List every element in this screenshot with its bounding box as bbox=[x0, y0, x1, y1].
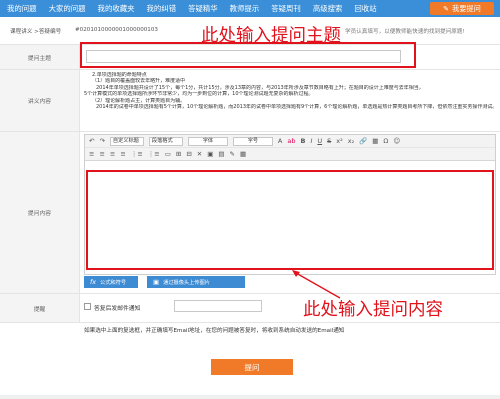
paragraph-format-select[interactable]: 段落格式 bbox=[148, 136, 183, 146]
submit-button[interactable]: 提问 bbox=[211, 359, 293, 375]
nav-everyones-questions[interactable]: 大家的问题 bbox=[43, 0, 92, 17]
align-left-icon[interactable]: ≡ bbox=[89, 148, 94, 161]
font-color-icon[interactable]: A bbox=[278, 135, 282, 148]
question-content-label: 提问内容 bbox=[0, 132, 80, 293]
lecture-text: 2.单项选择题的命题特点 （1）题目的覆盖面较去年略升，难度适中 2014年单项… bbox=[84, 72, 494, 110]
lecture-row: 讲义内容 2.单项选择题的命题特点 （1）题目的覆盖面较去年略升，难度适中 20… bbox=[0, 70, 500, 132]
ask-question-button[interactable]: ✎ 我要提问 bbox=[430, 2, 494, 15]
highlight-icon[interactable]: ab bbox=[287, 135, 295, 148]
table-icon[interactable]: ▭ bbox=[165, 148, 171, 161]
nav-my-questions[interactable]: 我的问题 bbox=[0, 0, 43, 17]
lecture-label: 讲义内容 bbox=[0, 70, 80, 131]
title-label: 提问主题 bbox=[0, 45, 80, 69]
emoji-icon[interactable]: ☺ bbox=[393, 135, 400, 148]
email-notify-label: 答复后发邮件通知 bbox=[94, 306, 141, 312]
image-icon[interactable]: ▦ bbox=[372, 135, 378, 148]
nav-advanced-search[interactable]: 高级搜索 bbox=[307, 0, 349, 17]
unordered-list-icon[interactable]: ⋮≡ bbox=[148, 148, 160, 161]
media-icon[interactable]: ▦ bbox=[240, 148, 246, 161]
content-highlight-box bbox=[86, 170, 494, 270]
camera-upload-label: 通过摄像头上传图片 bbox=[163, 279, 210, 286]
draw-icon[interactable]: ✎ bbox=[230, 148, 235, 161]
bold-icon[interactable]: B bbox=[300, 135, 305, 148]
formula-button-label: 公式和符号 bbox=[100, 279, 127, 286]
ask-question-label: 我要提问 bbox=[452, 3, 481, 13]
email-note: 如果选中上面的复选框，并正确填写Email地址，在您的问题被答复时，将收到系统自… bbox=[84, 328, 345, 334]
formula-icon: fx bbox=[90, 278, 97, 286]
ordered-list-icon[interactable]: ⋮≡ bbox=[131, 148, 143, 161]
attachment-icon[interactable]: ▤ bbox=[218, 148, 224, 161]
nav-my-favorites[interactable]: 我的收藏夹 bbox=[92, 0, 141, 17]
lecture-line: 2014年的试卷中单项选择题有5个计算，10个理论解析题，而2013年的试卷中单… bbox=[96, 104, 494, 111]
underline-icon[interactable]: U bbox=[317, 135, 322, 148]
custom-title-select[interactable]: 自定义标题 bbox=[109, 136, 144, 146]
undo-icon[interactable]: ↶ bbox=[89, 135, 94, 148]
email-input[interactable] bbox=[174, 300, 262, 312]
nav-teacher-tips[interactable]: 教师提示 bbox=[224, 0, 266, 17]
redo-icon[interactable]: ↷ bbox=[99, 135, 104, 148]
special-char-icon[interactable]: Ω bbox=[383, 135, 388, 148]
top-nav: 我的问题 大家的问题 我的收藏夹 我的纠错 答疑精华 教师提示 答疑周刊 高级搜… bbox=[0, 0, 500, 17]
delete-table-icon[interactable]: ✕ bbox=[197, 148, 202, 161]
font-select[interactable]: 字体 bbox=[187, 136, 228, 146]
subscript-icon[interactable]: x₂ bbox=[348, 135, 354, 148]
align-justify-icon[interactable]: ≡ bbox=[120, 148, 125, 161]
insert-col-icon[interactable]: ⊟ bbox=[186, 148, 191, 161]
superscript-icon[interactable]: x² bbox=[336, 135, 342, 148]
question-code: #0201010000001000000103 bbox=[75, 27, 158, 33]
italic-icon[interactable]: I bbox=[310, 135, 312, 148]
font-size-select[interactable]: 字号 bbox=[232, 136, 273, 146]
picture-icon[interactable]: ▣ bbox=[207, 148, 213, 161]
nav-recycle-bin[interactable]: 回收站 bbox=[348, 0, 382, 17]
link-icon[interactable]: 🔗 bbox=[359, 135, 367, 148]
nav-qa-weekly[interactable]: 答疑周刊 bbox=[265, 0, 307, 17]
content-annotation: 此处输入提问内容 bbox=[303, 300, 443, 320]
camera-upload-button[interactable]: ▣ 通过摄像头上传图片 bbox=[147, 276, 245, 288]
formula-symbol-button[interactable]: fx 公式和符号 bbox=[84, 276, 138, 288]
camera-icon: ▣ bbox=[153, 278, 160, 286]
editor-toolbar-bottom: ≡ ≡ ≡ ≡ ⋮≡ ⋮≡ ▭ ⊞ ⊟ ✕ ▣ ▤ ✎ ▦ bbox=[85, 148, 495, 161]
remind-label: 提醒 bbox=[0, 294, 80, 322]
nav-qa-essentials[interactable]: 答疑精华 bbox=[182, 0, 224, 17]
pencil-icon: ✎ bbox=[443, 4, 450, 13]
instruction-tip: 学员认真填写，以便教师能快速的找到提问原题! bbox=[345, 29, 465, 35]
breadcrumb-label: 课程讲义 >答疑编号 bbox=[10, 29, 62, 35]
editor-toolbar-top: ↶ ↷ 自定义标题 段落格式 字体 字号 A ab B I U S x² x₂ … bbox=[85, 135, 495, 148]
align-center-icon[interactable]: ≡ bbox=[99, 148, 104, 161]
email-notify-checkbox[interactable] bbox=[84, 303, 91, 310]
nav-my-corrections[interactable]: 我的纠错 bbox=[141, 0, 183, 17]
footer-divider bbox=[0, 395, 500, 399]
align-right-icon[interactable]: ≡ bbox=[110, 148, 115, 161]
title-annotation: 此处输入提问主题 bbox=[201, 26, 341, 46]
strikethrough-icon[interactable]: S bbox=[327, 135, 331, 148]
insert-row-icon[interactable]: ⊞ bbox=[176, 148, 181, 161]
